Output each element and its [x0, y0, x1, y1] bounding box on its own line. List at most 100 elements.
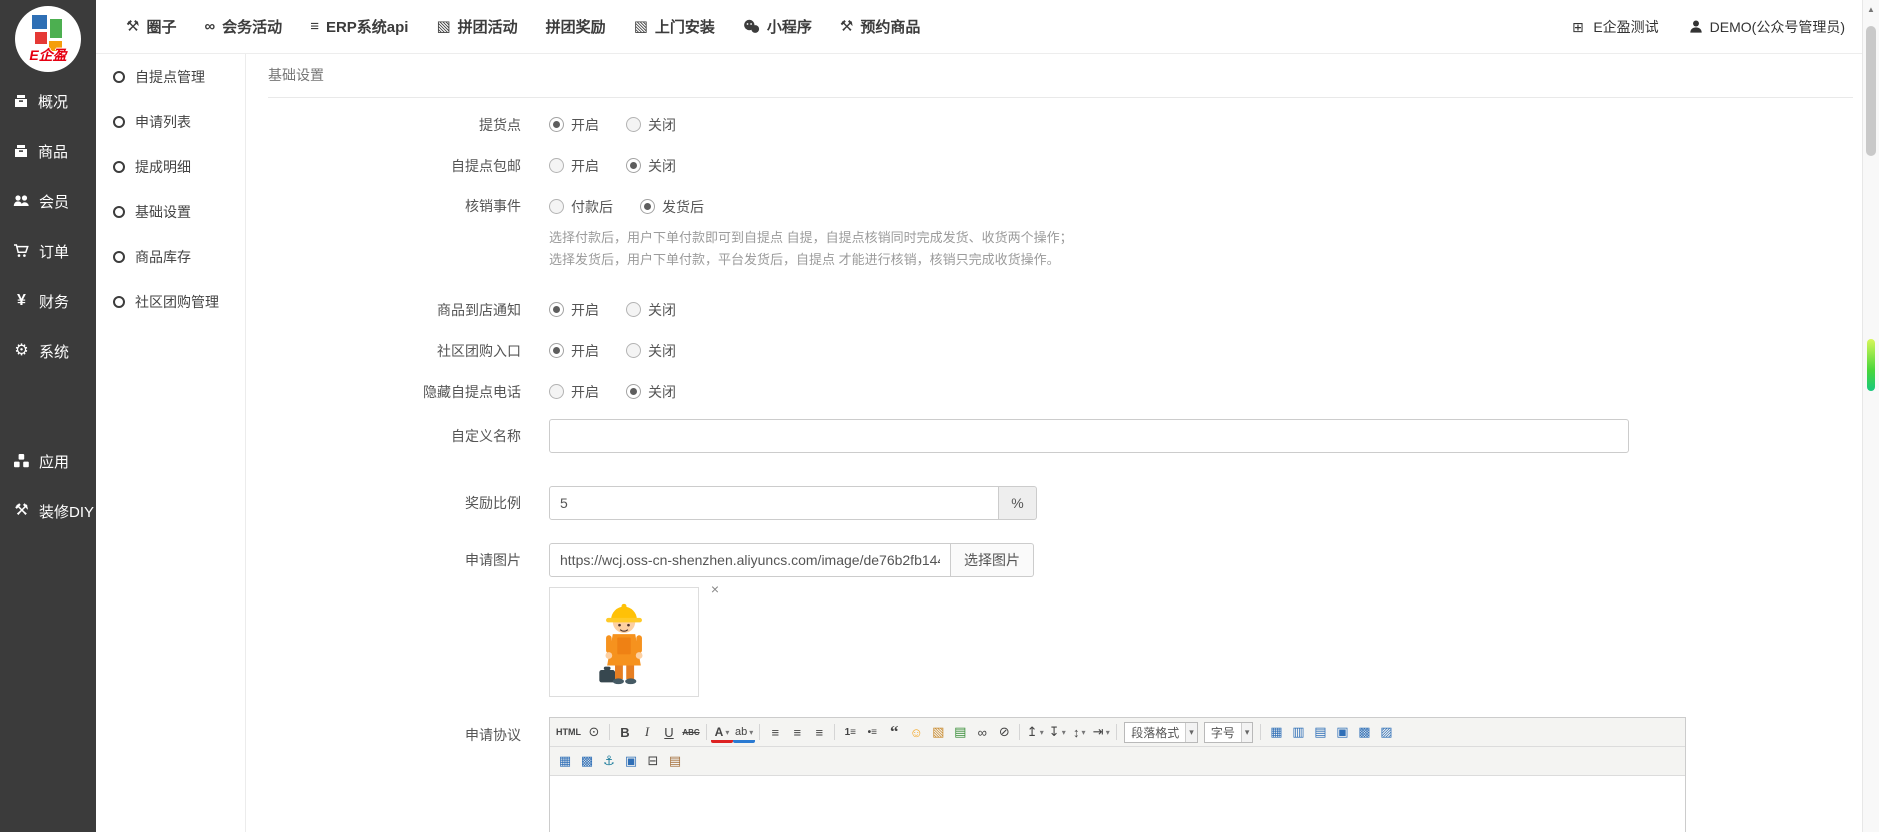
scrollbar-green-marker[interactable]: [1867, 339, 1875, 391]
choose-image-button[interactable]: 选择图片: [951, 543, 1034, 577]
sidebar-item-apps[interactable]: 应用: [0, 436, 96, 486]
bold-icon[interactable]: B: [614, 721, 636, 743]
table-props-icon[interactable]: ▩: [576, 750, 598, 772]
submenu-item-pickup-manage[interactable]: 自提点管理: [96, 54, 245, 99]
sidebar-item-overview[interactable]: 概况: [0, 76, 96, 126]
radio-label[interactable]: 开启: [571, 341, 599, 361]
sidebar-item-system[interactable]: ⚙ 系统: [0, 326, 96, 376]
radio-option-on[interactable]: 开启: [549, 382, 599, 402]
scroll-up-icon[interactable]: ▲: [1863, 0, 1879, 14]
radio-icon[interactable]: [549, 158, 564, 173]
table-grid-icon[interactable]: ▦: [1265, 721, 1287, 743]
align-left-icon[interactable]: ≡: [764, 721, 786, 743]
underline-icon[interactable]: U: [658, 721, 680, 743]
font-size-select[interactable]: 字号 ▾: [1204, 722, 1254, 743]
sidebar-item-orders[interactable]: 订单: [0, 226, 96, 276]
nav-item-reserve-goods[interactable]: ⚒ 预约商品: [826, 16, 934, 37]
radio-option-after-pay[interactable]: 付款后: [549, 197, 613, 217]
valign-bottom-icon[interactable]: ↧: [1046, 721, 1068, 743]
radio-icon[interactable]: [549, 343, 564, 358]
submenu-item-apply-list[interactable]: 申请列表: [96, 99, 245, 144]
reward-ratio-input[interactable]: [549, 486, 999, 520]
page-scrollbar[interactable]: ▲: [1862, 0, 1879, 832]
align-center-icon[interactable]: ≡: [786, 721, 808, 743]
submenu-item-commission-detail[interactable]: 提成明细: [96, 144, 245, 189]
radio-option-after-ship[interactable]: 发货后: [640, 197, 704, 217]
table-insert-icon[interactable]: ▦: [554, 750, 576, 772]
align-right-icon[interactable]: ≡: [808, 721, 830, 743]
image-url-input[interactable]: [549, 543, 951, 577]
submenu-item-basic-settings[interactable]: 基础设置: [96, 189, 245, 234]
sidebar-item-diy[interactable]: ⚒ 装修DIY: [0, 486, 96, 536]
insert-image-icon[interactable]: ▧: [927, 721, 949, 743]
sidebar-item-finance[interactable]: ¥ 财务: [0, 276, 96, 326]
radio-icon[interactable]: [626, 384, 641, 399]
nav-item-erp-api[interactable]: ≡ ERP系统api: [296, 16, 422, 37]
blockquote-icon[interactable]: “: [883, 721, 905, 743]
scrollbar-thumb[interactable]: [1866, 26, 1876, 156]
radio-label[interactable]: 开启: [571, 156, 599, 176]
radio-label[interactable]: 开启: [571, 115, 599, 135]
sidebar-item-members[interactable]: 会员: [0, 176, 96, 226]
font-color-icon[interactable]: A: [711, 724, 733, 743]
radio-icon[interactable]: [549, 117, 564, 132]
radio-icon[interactable]: [626, 158, 641, 173]
unordered-list-icon[interactable]: •≡: [861, 721, 883, 743]
radio-icon[interactable]: [549, 199, 564, 214]
map-icon[interactable]: ▣: [620, 750, 642, 772]
radio-label[interactable]: 开启: [571, 300, 599, 320]
html-source-icon[interactable]: HTML: [554, 721, 583, 743]
highlight-icon[interactable]: ab: [733, 724, 755, 743]
table-grid-icon[interactable]: ▩: [1353, 721, 1375, 743]
radio-option-off[interactable]: 关闭: [626, 115, 676, 135]
nav-item-group-reward[interactable]: 拼团奖励: [532, 16, 620, 37]
nav-item-group-activity[interactable]: ▧ 拼团活动: [422, 16, 531, 37]
radio-option-on[interactable]: 开启: [549, 300, 599, 320]
strikethrough-icon[interactable]: ABC: [680, 721, 702, 743]
radio-label[interactable]: 关闭: [648, 300, 676, 320]
radio-label[interactable]: 开启: [571, 382, 599, 402]
radio-option-off[interactable]: 关闭: [626, 300, 676, 320]
indent-icon[interactable]: ⇥: [1090, 721, 1112, 743]
radio-option-on[interactable]: 开启: [549, 115, 599, 135]
table-grid-icon[interactable]: ▨: [1375, 721, 1397, 743]
radio-label[interactable]: 关闭: [648, 382, 676, 402]
nav-item-miniprogram[interactable]: 小程序: [729, 16, 826, 37]
submenu-item-goods-stock[interactable]: 商品库存: [96, 234, 245, 279]
emoticon-icon[interactable]: ☺: [905, 721, 927, 743]
editor-content-area[interactable]: [550, 776, 1685, 832]
sidebar-item-goods[interactable]: 商品: [0, 126, 96, 176]
italic-icon[interactable]: I: [636, 721, 658, 743]
anchor-icon[interactable]: ⚓: [598, 750, 620, 772]
radio-option-off[interactable]: 关闭: [626, 382, 676, 402]
custom-name-input[interactable]: [549, 419, 1629, 453]
radio-icon[interactable]: [626, 302, 641, 317]
radio-option-on[interactable]: 开启: [549, 156, 599, 176]
brand-logo[interactable]: E企盈: [0, 6, 96, 72]
radio-icon[interactable]: [640, 199, 655, 214]
radio-icon[interactable]: [626, 343, 641, 358]
app-switcher[interactable]: ⊞ E企盈测试: [1569, 17, 1658, 37]
insert-media-icon[interactable]: ▤: [949, 721, 971, 743]
radio-label[interactable]: 关闭: [648, 341, 676, 361]
radio-option-off[interactable]: 关闭: [626, 156, 676, 176]
table-grid-icon[interactable]: ▣: [1331, 721, 1353, 743]
table-grid-icon[interactable]: ▥: [1287, 721, 1309, 743]
nav-item-circle[interactable]: ⚒ 圈子: [112, 16, 190, 37]
radio-label[interactable]: 发货后: [662, 197, 704, 217]
radio-option-on[interactable]: 开启: [549, 341, 599, 361]
line-height-icon[interactable]: ↕: [1068, 721, 1090, 743]
radio-icon[interactable]: [549, 384, 564, 399]
remove-image-icon[interactable]: ×: [711, 582, 719, 596]
radio-icon[interactable]: [549, 302, 564, 317]
unlink-icon[interactable]: ⊘: [993, 721, 1015, 743]
hyperlink-icon[interactable]: ∞: [971, 721, 993, 743]
valign-top-icon[interactable]: ↥: [1024, 721, 1046, 743]
radio-label[interactable]: 关闭: [648, 156, 676, 176]
ordered-list-icon[interactable]: 1≡: [839, 721, 861, 743]
submenu-item-community-group[interactable]: 社区团购管理: [96, 279, 245, 324]
radio-icon[interactable]: [626, 117, 641, 132]
paragraph-format-select[interactable]: 段落格式 ▾: [1124, 722, 1198, 743]
paste-icon[interactable]: ▤: [664, 750, 686, 772]
preview-icon[interactable]: ⊙: [583, 721, 605, 743]
